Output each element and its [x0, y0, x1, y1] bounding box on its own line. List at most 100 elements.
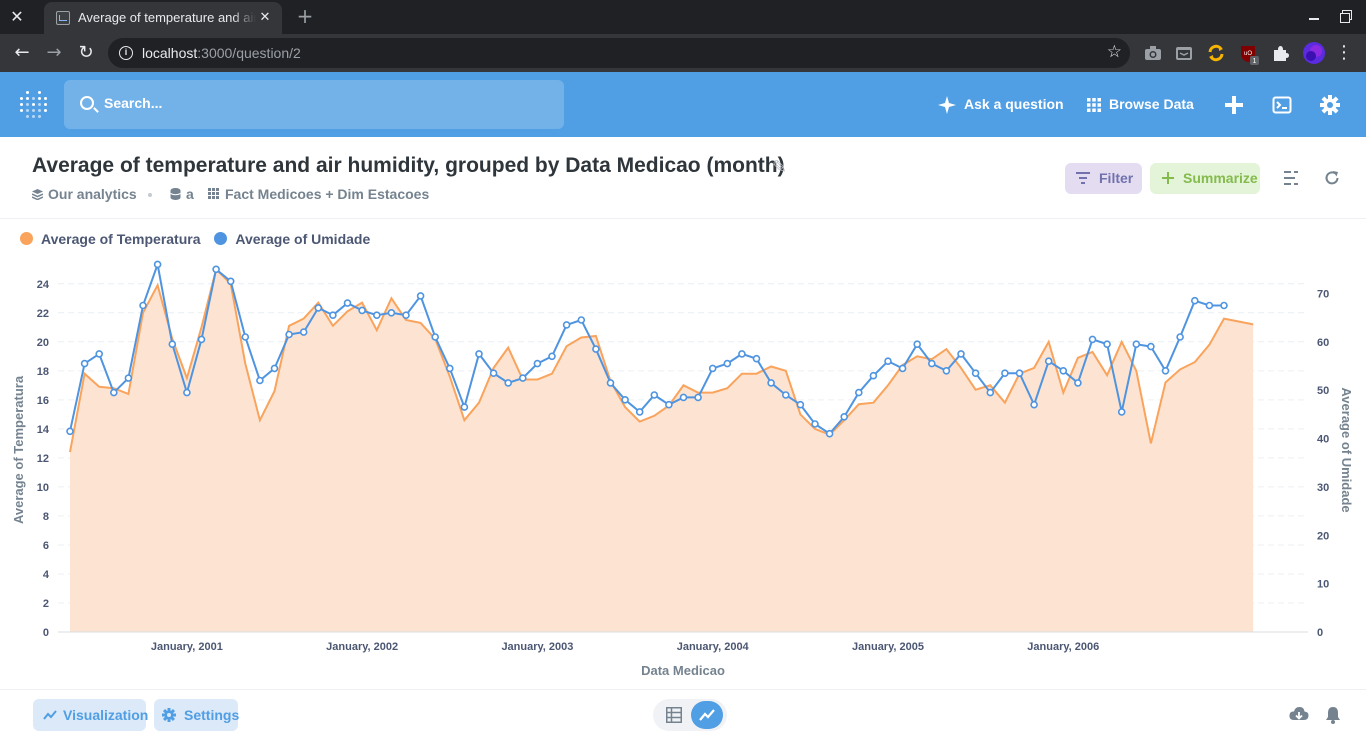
- umidade-point[interactable]: [256, 376, 264, 385]
- umidade-point[interactable]: [197, 335, 206, 344]
- metabase-logo-icon[interactable]: [20, 91, 47, 119]
- umidade-point[interactable]: [445, 364, 454, 373]
- umidade-point[interactable]: [825, 429, 834, 438]
- minimize-icon[interactable]: [1306, 8, 1322, 24]
- umidade-point[interactable]: [183, 388, 191, 397]
- umidade-point[interactable]: [285, 330, 293, 339]
- umidade-point[interactable]: [139, 301, 147, 310]
- bookmark-star-icon[interactable]: ☆: [1107, 42, 1122, 62]
- add-icon[interactable]: [1224, 95, 1244, 115]
- table-view-icon[interactable]: [666, 707, 682, 723]
- reload-icon[interactable]: ↻: [74, 41, 98, 65]
- umidade-point[interactable]: [226, 277, 235, 286]
- umidade-point[interactable]: [1161, 367, 1170, 375]
- sync-extension-icon[interactable]: [1206, 43, 1226, 63]
- umidade-point[interactable]: [840, 413, 849, 421]
- umidade-point[interactable]: [153, 260, 162, 269]
- umidade-point[interactable]: [1147, 342, 1155, 351]
- ublock-extension-icon[interactable]: uO 1: [1238, 43, 1259, 65]
- umidade-point[interactable]: [1117, 408, 1126, 416]
- umidade-point[interactable]: [767, 379, 775, 387]
- umidade-point[interactable]: [1044, 357, 1053, 365]
- umidade-point[interactable]: [504, 379, 513, 387]
- umidade-point[interactable]: [124, 374, 133, 382]
- umidade-point[interactable]: [358, 306, 366, 315]
- umidade-point[interactable]: [66, 427, 74, 436]
- umidade-point[interactable]: [168, 340, 177, 348]
- umidade-point[interactable]: [460, 403, 469, 411]
- umidade-point[interactable]: [1103, 340, 1111, 348]
- breadcrumb-collection[interactable]: Our analytics: [48, 186, 137, 202]
- umidade-point[interactable]: [241, 333, 250, 341]
- bell-icon[interactable]: [1325, 706, 1341, 724]
- visualization-button[interactable]: Visualization: [33, 699, 148, 731]
- address-bar[interactable]: i localhost:3000/question/2 ☆: [108, 38, 1130, 68]
- umidade-point[interactable]: [548, 352, 556, 361]
- gear-icon[interactable]: [1320, 95, 1340, 115]
- umidade-point[interactable]: [1176, 333, 1184, 341]
- umidade-point[interactable]: [1059, 367, 1068, 375]
- umidade-point[interactable]: [1132, 340, 1141, 348]
- umidade-point[interactable]: [927, 359, 936, 368]
- camera-extension-icon[interactable]: [1143, 43, 1163, 63]
- query-view-icon[interactable]: [1284, 171, 1300, 185]
- umidade-point[interactable]: [621, 396, 629, 404]
- close-window-icon[interactable]: ✕: [6, 6, 28, 28]
- legend-item-umidade[interactable]: Average of Umidade: [214, 231, 370, 247]
- umidade-point[interactable]: [708, 364, 717, 373]
- umidade-point[interactable]: [518, 374, 527, 382]
- download-icon[interactable]: [1289, 706, 1309, 724]
- umidade-point[interactable]: [533, 359, 542, 368]
- umidade-point[interactable]: [1191, 296, 1199, 305]
- umidade-point[interactable]: [1030, 400, 1038, 409]
- umidade-point[interactable]: [606, 379, 615, 387]
- umidade-point[interactable]: [562, 321, 571, 329]
- browser-tab[interactable]: Average of temperature and air humidity,…: [44, 2, 282, 34]
- umidade-point[interactable]: [489, 369, 498, 377]
- new-tab-icon[interactable]: +: [294, 5, 316, 27]
- umidade-point[interactable]: [884, 357, 892, 365]
- umidade-point[interactable]: [986, 388, 995, 397]
- umidade-point[interactable]: [110, 388, 118, 397]
- forward-icon[interactable]: →: [42, 41, 66, 65]
- back-icon[interactable]: ←: [10, 41, 34, 65]
- umidade-point[interactable]: [212, 265, 220, 274]
- umidade-point[interactable]: [781, 391, 790, 399]
- umidade-point[interactable]: [1220, 301, 1228, 310]
- refresh-icon[interactable]: [1324, 170, 1340, 186]
- umidade-point[interactable]: [475, 350, 483, 358]
- umidade-point[interactable]: [299, 328, 308, 336]
- umidade-point[interactable]: [387, 308, 396, 317]
- umidade-point[interactable]: [752, 354, 761, 363]
- umidade-point[interactable]: [942, 367, 951, 375]
- umidade-point[interactable]: [694, 393, 702, 402]
- legend-item-temperatura[interactable]: Average of Temperatura: [20, 231, 201, 247]
- umidade-point[interactable]: [898, 364, 907, 373]
- umidade-point[interactable]: [811, 420, 819, 428]
- umidade-point[interactable]: [1088, 335, 1097, 344]
- umidade-point[interactable]: [95, 350, 103, 358]
- umidade-point[interactable]: [314, 304, 323, 312]
- umidade-point[interactable]: [869, 371, 878, 380]
- umidade-point[interactable]: [1205, 301, 1214, 310]
- umidade-point[interactable]: [854, 388, 863, 397]
- summarize-button[interactable]: Summarize: [1150, 163, 1260, 194]
- umidade-point[interactable]: [577, 316, 586, 324]
- restore-icon[interactable]: [1338, 8, 1354, 24]
- umidade-point[interactable]: [971, 369, 980, 377]
- umidade-point[interactable]: [650, 391, 659, 399]
- umidade-point[interactable]: [329, 311, 337, 320]
- extensions-puzzle-icon[interactable]: [1270, 43, 1290, 63]
- umidade-point[interactable]: [679, 393, 688, 402]
- umidade-point[interactable]: [635, 408, 644, 416]
- site-info-icon[interactable]: i: [119, 46, 133, 60]
- tab-close-icon[interactable]: ✕: [256, 9, 274, 27]
- umidade-point[interactable]: [665, 400, 673, 409]
- umidade-point[interactable]: [1015, 369, 1024, 377]
- browser-menu-icon[interactable]: ⋮: [1332, 41, 1356, 65]
- profile-avatar-icon[interactable]: [1302, 41, 1325, 64]
- breadcrumb-tables[interactable]: Fact Medicoes + Dim Estacoes: [225, 186, 429, 202]
- umidade-point[interactable]: [1001, 369, 1009, 377]
- chart-view-toggle[interactable]: [691, 701, 723, 729]
- umidade-point[interactable]: [80, 359, 89, 368]
